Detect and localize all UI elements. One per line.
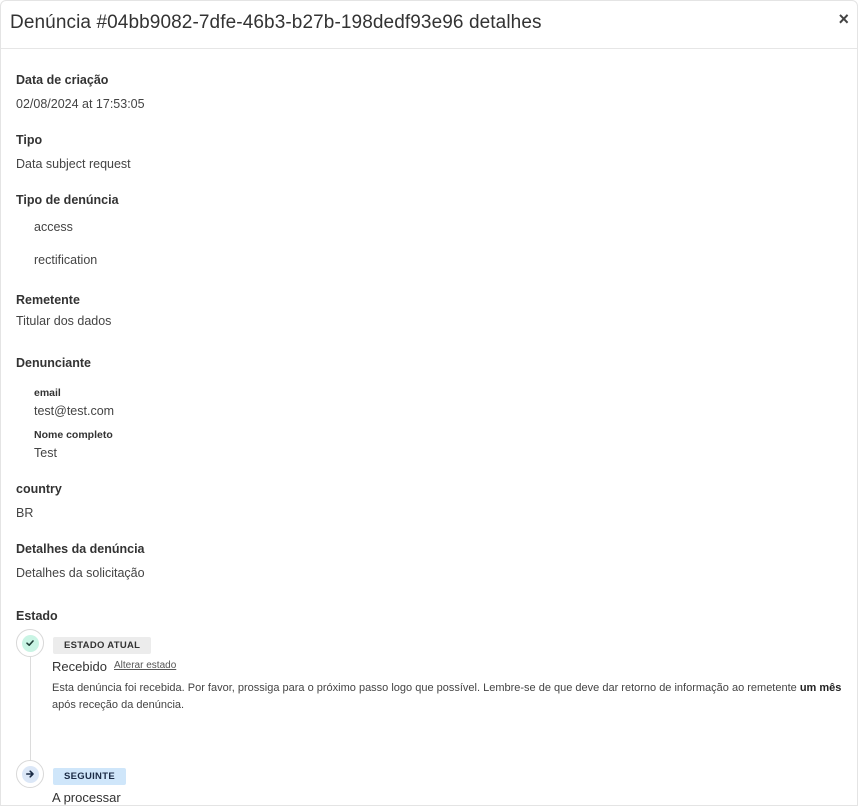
reporter-email-value: test@test.com xyxy=(34,404,115,418)
reporter-name-value: Test xyxy=(34,446,57,460)
modal-title: Denúncia #04bb9082-7dfe-46b3-b27b-198ded… xyxy=(10,12,542,33)
sender-label: Remetente xyxy=(16,293,80,307)
close-icon[interactable]: × xyxy=(838,9,849,30)
details-label: Detalhes da denúncia xyxy=(16,542,145,556)
timeline-line xyxy=(30,657,31,767)
type-value: Data subject request xyxy=(16,157,131,171)
type-label: Tipo xyxy=(16,133,43,147)
current-state-title: Recebido xyxy=(52,659,107,674)
report-type-label: Tipo de denúncia xyxy=(16,193,119,207)
modal-header: Denúncia #04bb9082-7dfe-46b3-b27b-198ded… xyxy=(1,1,857,49)
country-value: BR xyxy=(16,506,34,520)
details-value: Detalhes da solicitação xyxy=(16,566,145,580)
reporter-email-label: email xyxy=(34,387,61,399)
arrow-right-icon xyxy=(21,765,39,783)
created-value: 02/08/2024 at 17:53:05 xyxy=(16,97,145,111)
state-label: Estado xyxy=(16,609,58,623)
report-details-modal: Denúncia #04bb9082-7dfe-46b3-b27b-198ded… xyxy=(0,0,858,806)
created-label: Data de criação xyxy=(16,73,109,87)
current-step-marker xyxy=(16,629,44,657)
sender-value: Titular dos dados xyxy=(16,314,112,328)
next-state-title: A processar xyxy=(52,790,121,805)
check-icon xyxy=(21,634,39,652)
report-type-item: rectification xyxy=(34,253,98,267)
reporter-name-label: Nome completo xyxy=(34,429,113,441)
next-state-badge: SEGUINTE xyxy=(53,768,126,785)
country-label: country xyxy=(16,482,62,496)
report-type-item: access xyxy=(34,220,73,234)
current-state-badge: ESTADO ATUAL xyxy=(53,637,152,654)
reporter-label: Denunciante xyxy=(16,356,92,370)
change-state-link[interactable]: Alterar estado xyxy=(114,660,176,671)
next-step-marker xyxy=(16,760,44,788)
current-state-description: Esta denúncia foi recebida. Por favor, p… xyxy=(52,682,842,711)
